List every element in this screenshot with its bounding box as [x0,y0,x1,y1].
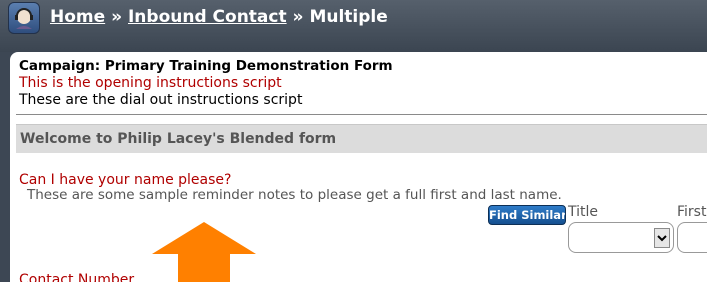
title-select[interactable] [568,222,674,253]
first-name-input[interactable] [677,222,707,253]
breadcrumb-current: Multiple [309,7,388,27]
breadcrumb-inbound-contact-link[interactable]: Inbound Contact [128,7,287,27]
up-arrow-icon [152,222,256,282]
name-reminder-notes: These are some sample reminder notes to … [27,187,562,203]
top-bar: Home » Inbound Contact » Multiple [0,0,707,52]
breadcrumb-home-link[interactable]: Home [50,7,105,27]
find-similar-button[interactable]: Find Similar [488,205,566,225]
contact-number-question: Contact Number [19,272,135,282]
dialout-script: These are the dial out instructions scri… [19,92,303,108]
title-label: Title [568,204,599,220]
opening-script: This is the opening instructions script [19,75,282,91]
breadcrumb: Home » Inbound Contact » Multiple [50,7,388,27]
campaign-title: Campaign: Primary Training Demonstration… [19,58,393,74]
first-name-label: First [677,204,707,220]
agent-headset-icon[interactable] [8,2,40,34]
breadcrumb-separator: » [105,7,128,27]
welcome-banner: Welcome to Philip Lacey's Blended form [16,124,707,153]
form-panel: Campaign: Primary Training Demonstration… [10,52,707,282]
chevron-down-icon[interactable] [654,228,670,248]
name-question: Can I have your name please? [19,172,232,188]
divider [16,114,707,115]
breadcrumb-separator: » [286,7,310,27]
